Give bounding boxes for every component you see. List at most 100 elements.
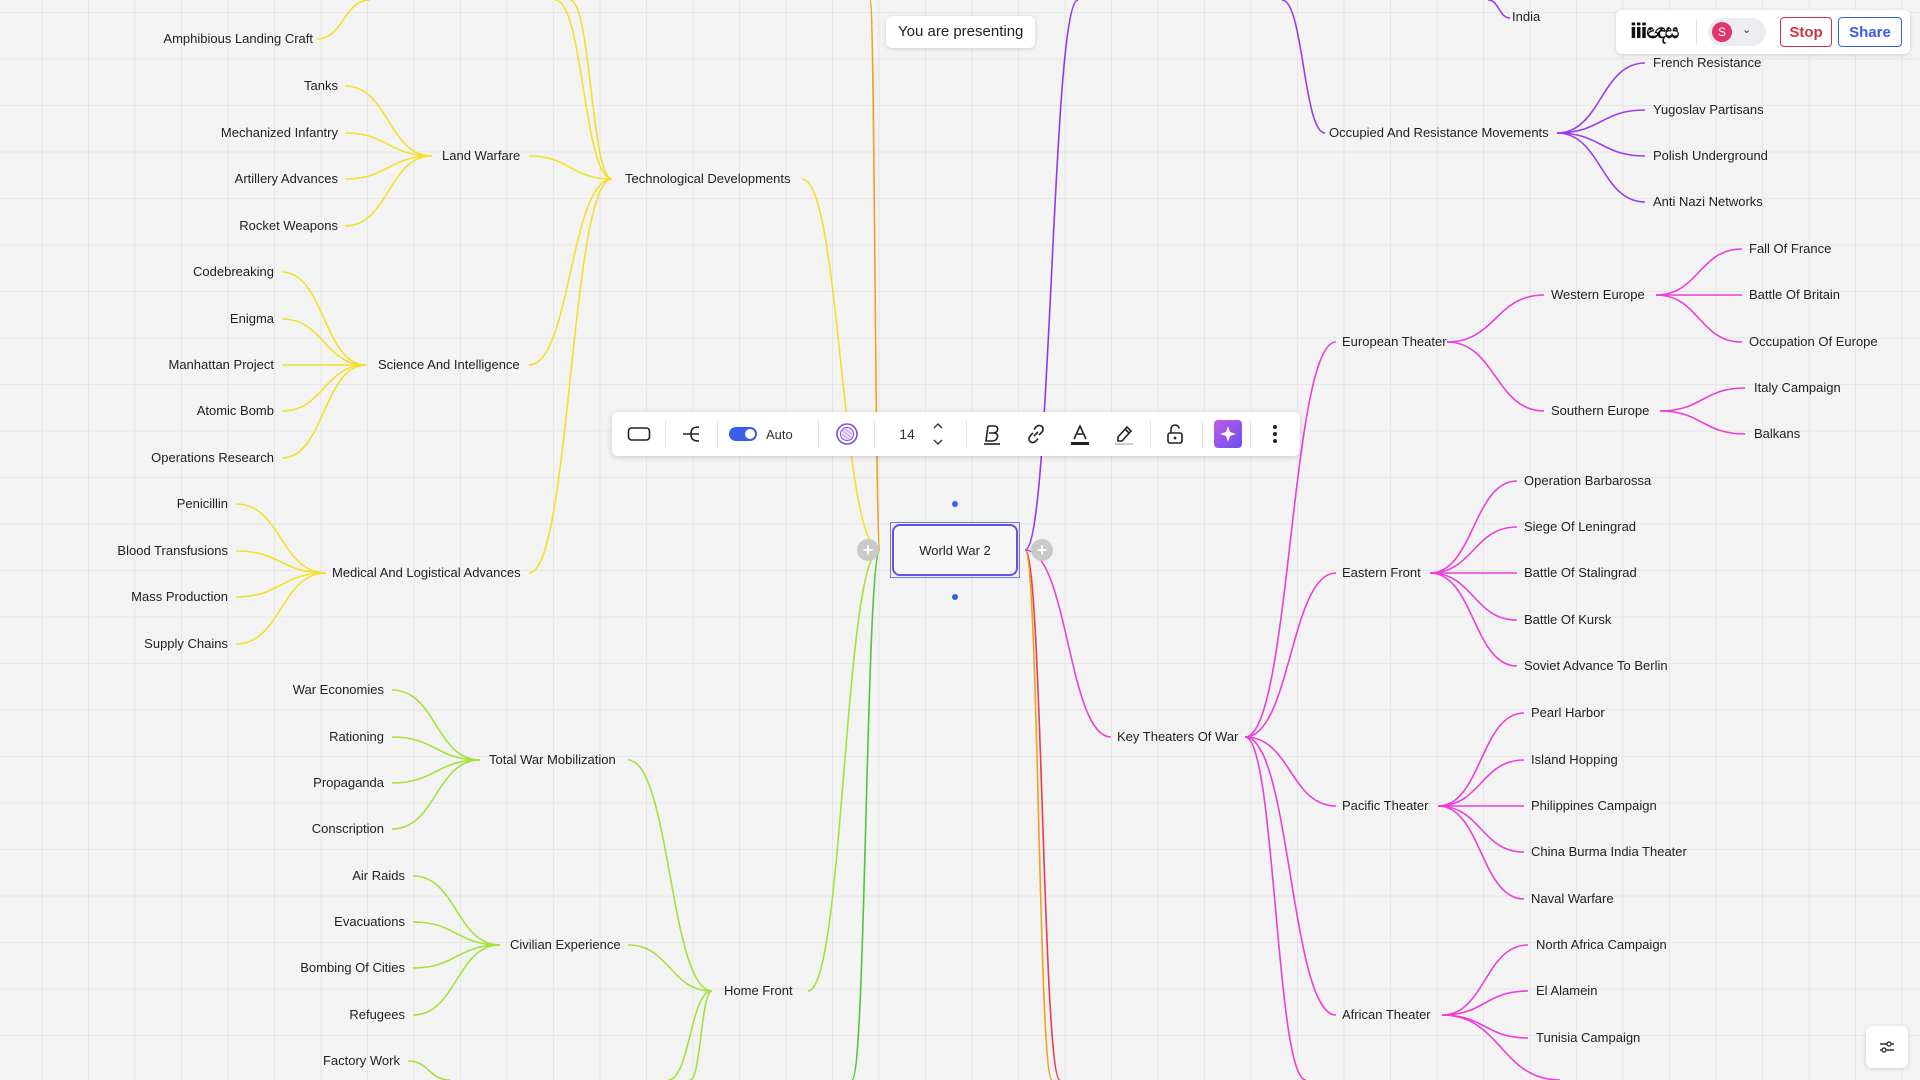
- highlight-button[interactable]: [1102, 412, 1146, 456]
- node-total-war[interactable]: Total War Mobilization: [489, 752, 616, 768]
- node-key-theaters[interactable]: Key Theaters Of War: [1117, 729, 1238, 745]
- resize-handle-top[interactable]: [952, 501, 958, 507]
- branch-connector: [1244, 736, 1307, 1080]
- node-rationing[interactable]: Rationing: [329, 729, 384, 745]
- branch-style-button[interactable]: [668, 412, 714, 456]
- node-island[interactable]: Island Hopping: [1531, 752, 1618, 768]
- node-ops-research[interactable]: Operations Research: [151, 450, 274, 466]
- node-french-res[interactable]: French Resistance: [1653, 55, 1761, 71]
- node-factory[interactable]: Factory Work: [323, 1053, 400, 1069]
- node-war-econ[interactable]: War Economies: [293, 682, 384, 698]
- node-western-eu[interactable]: Western Europe: [1551, 287, 1645, 303]
- branch-connector: [235, 572, 327, 598]
- node-home-front[interactable]: Home Front: [724, 983, 793, 999]
- divider: [1202, 420, 1203, 448]
- node-tunisia[interactable]: Tunisia Campaign: [1536, 1030, 1640, 1046]
- more-options-button[interactable]: [1252, 412, 1298, 456]
- node-balkans[interactable]: Balkans: [1754, 426, 1800, 442]
- ai-assist-button[interactable]: [1206, 412, 1250, 456]
- node-mass-prod[interactable]: Mass Production: [131, 589, 228, 605]
- node-occupied[interactable]: Occupied And Resistance Movements: [1329, 125, 1549, 141]
- node-propaganda[interactable]: Propaganda: [313, 775, 384, 791]
- node-refugees[interactable]: Refugees: [349, 1007, 405, 1023]
- node-science-intel[interactable]: Science And Intelligence: [378, 357, 520, 373]
- text-color-button[interactable]: [1058, 412, 1102, 456]
- branch-connector: [1429, 480, 1518, 574]
- branch-connector: [1655, 248, 1743, 296]
- share-button[interactable]: Share: [1838, 17, 1902, 47]
- node-atomic[interactable]: Atomic Bomb: [197, 403, 274, 419]
- node-polish[interactable]: Polish Underground: [1653, 148, 1768, 164]
- node-conscription[interactable]: Conscription: [312, 821, 384, 837]
- branch-connector: [1437, 805, 1525, 900]
- node-anti-nazi[interactable]: Anti Nazi Networks: [1653, 194, 1763, 210]
- node-eastern[interactable]: Eastern Front: [1342, 565, 1421, 581]
- node-land-warfare[interactable]: Land Warfare: [442, 148, 520, 164]
- branch-connector: [412, 921, 501, 946]
- node-codebreaking[interactable]: Codebreaking: [193, 264, 274, 280]
- node-cbi[interactable]: China Burma India Theater: [1531, 844, 1687, 860]
- node-yugoslav[interactable]: Yugoslav Partisans: [1653, 102, 1764, 118]
- branch-connector: [391, 759, 481, 830]
- node-supply[interactable]: Supply Chains: [144, 636, 228, 652]
- node-india[interactable]: India: [1512, 9, 1540, 25]
- root-node[interactable]: World War 2: [892, 524, 1018, 576]
- node-italy[interactable]: Italy Campaign: [1754, 380, 1841, 396]
- node-southern-eu[interactable]: Southern Europe: [1551, 403, 1649, 419]
- lock-button[interactable]: [1152, 412, 1198, 456]
- bold-button[interactable]: [970, 412, 1014, 456]
- node-enigma[interactable]: Enigma: [230, 311, 274, 327]
- node-pacific[interactable]: Pacific Theater: [1342, 798, 1428, 814]
- node-air-raids[interactable]: Air Raids: [352, 868, 405, 884]
- node-tanks[interactable]: Tanks: [304, 78, 338, 94]
- divider: [874, 420, 875, 448]
- node-fall-france[interactable]: Fall Of France: [1749, 241, 1831, 257]
- avatar: S: [1712, 22, 1732, 42]
- node-blood[interactable]: Blood Transfusions: [117, 543, 228, 559]
- node-naval[interactable]: Naval Warfare: [1531, 891, 1614, 907]
- node-civilian[interactable]: Civilian Experience: [510, 937, 621, 953]
- settings-button[interactable]: [1866, 1026, 1908, 1068]
- node-penicillin[interactable]: Penicillin: [177, 496, 228, 512]
- branch-connector: [1441, 1014, 1561, 1080]
- user-menu[interactable]: S ⌄: [1708, 18, 1766, 46]
- branch-connector: [1441, 944, 1529, 1016]
- node-philippines[interactable]: Philippines Campaign: [1531, 798, 1657, 814]
- node-north-africa[interactable]: North Africa Campaign: [1536, 937, 1667, 953]
- stop-presenting-button[interactable]: Stop: [1780, 17, 1832, 47]
- shape-button[interactable]: [616, 412, 662, 456]
- font-size-control[interactable]: 14: [880, 412, 964, 456]
- node-el-alamein[interactable]: El Alamein: [1536, 983, 1597, 999]
- node-bombing[interactable]: Bombing Of Cities: [300, 960, 405, 976]
- node-barbarossa[interactable]: Operation Barbarossa: [1524, 473, 1651, 489]
- branch-connector: [1487, 0, 1511, 19]
- node-occupation-eu[interactable]: Occupation Of Europe: [1749, 334, 1878, 350]
- chevron-down-icon: ⌄: [1742, 24, 1752, 36]
- node-mech-infantry[interactable]: Mechanized Infantry: [221, 125, 338, 141]
- node-african[interactable]: African Theater: [1342, 1007, 1431, 1023]
- node-tech-dev[interactable]: Technological Developments: [625, 171, 790, 187]
- node-kursk[interactable]: Battle Of Kursk: [1524, 612, 1611, 628]
- add-right-node-button[interactable]: +: [1031, 539, 1053, 561]
- node-evacuations[interactable]: Evacuations: [334, 914, 405, 930]
- node-artillery[interactable]: Artillery Advances: [235, 171, 338, 187]
- node-battle-britain[interactable]: Battle Of Britain: [1749, 287, 1840, 303]
- node-manhattan[interactable]: Manhattan Project: [168, 357, 274, 373]
- resize-handle-bottom[interactable]: [952, 594, 958, 600]
- node-leningrad[interactable]: Siege Of Leningrad: [1524, 519, 1636, 535]
- add-left-node-button[interactable]: +: [857, 539, 879, 561]
- branch-connector: [281, 364, 367, 459]
- branch-connector: [1556, 132, 1646, 157]
- node-medical[interactable]: Medical And Logistical Advances: [332, 565, 521, 581]
- auto-layout-toggle[interactable]: Auto: [722, 412, 806, 456]
- branch-connector: [807, 549, 881, 992]
- color-picker-button[interactable]: [824, 412, 870, 456]
- node-rocket[interactable]: Rocket Weapons: [239, 218, 338, 234]
- node-amphibious[interactable]: Amphibious Landing Craft: [163, 31, 313, 47]
- node-stalingrad[interactable]: Battle Of Stalingrad: [1524, 565, 1637, 581]
- node-european[interactable]: European Theater: [1342, 334, 1447, 350]
- node-soviet-advance[interactable]: Soviet Advance To Berlin: [1524, 658, 1668, 674]
- link-button[interactable]: [1014, 412, 1058, 456]
- node-pearl[interactable]: Pearl Harbor: [1531, 705, 1605, 721]
- stepper-chevrons-icon[interactable]: [931, 419, 945, 449]
